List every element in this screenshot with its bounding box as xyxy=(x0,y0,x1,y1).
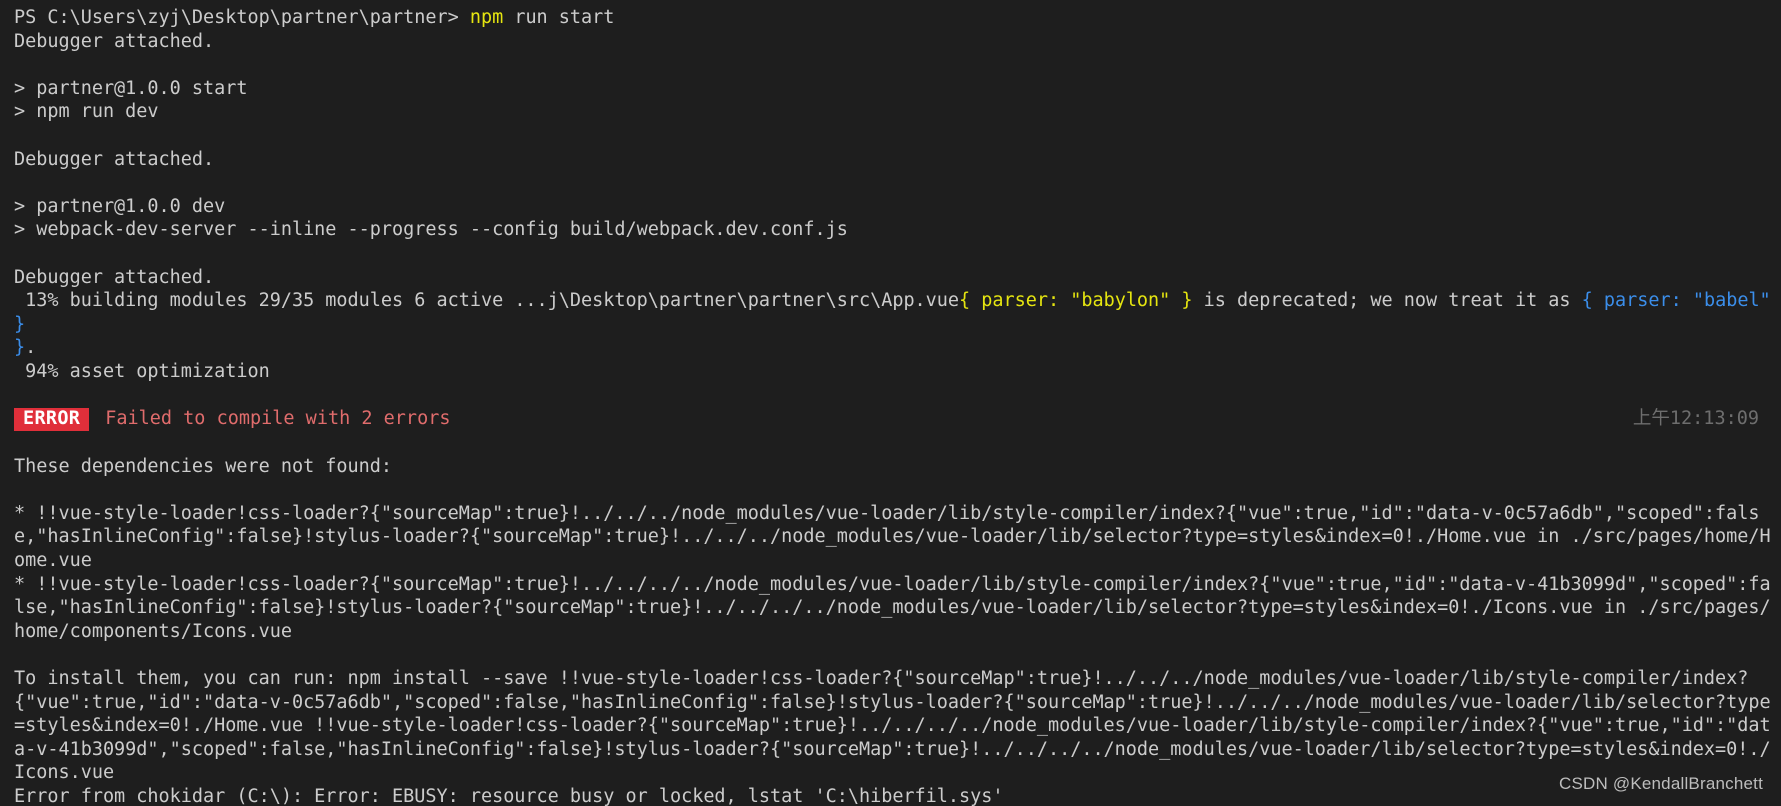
error-timestamp: 上午12:13:09 xyxy=(1632,408,1759,430)
output-script-dev: > partner@1.0.0 dev xyxy=(14,195,226,217)
csdn-watermark: CSDN @KendallBranchett xyxy=(1558,774,1763,794)
output-asset-optimization-progress: 94% asset optimization xyxy=(14,360,270,382)
output-deprecation-continuation: }. xyxy=(14,336,1771,360)
deprecation-message: is deprecated; we now treat it as xyxy=(1192,290,1582,312)
prompt-line: PS C:\Users\zyj\Desktop\partner\partner>… xyxy=(14,6,1771,30)
output-build-progress-deprecation: 13% building modules 29/35 modules 6 act… xyxy=(14,289,1771,336)
missing-dependency-home-vue: * !!vue-style-loader!css-loader?{"source… xyxy=(14,502,1771,572)
output-debugger-attached-1: Debugger attached. xyxy=(14,30,215,52)
deprecation-closing-brace: } xyxy=(14,337,26,359)
prompt-command: npm xyxy=(469,7,504,28)
error-summary-row: ERROR Failed to compile with 2 errors 上午… xyxy=(14,407,1771,432)
build-progress-text: 13% building modules 29/35 modules 6 act… xyxy=(14,290,960,312)
output-debugger-attached-3: Debugger attached. xyxy=(14,266,215,288)
output-script-start-command: > npm run dev xyxy=(14,101,159,123)
prompt-args: run start xyxy=(503,7,615,28)
output-script-start: > partner@1.0.0 start xyxy=(14,77,248,99)
output-debugger-attached-2: Debugger attached. xyxy=(14,148,215,170)
output-script-dev-command: > webpack-dev-server --inline --progress… xyxy=(14,219,848,241)
deprecated-parser-babylon: { parser: "babylon" } xyxy=(959,290,1193,312)
chokidar-error-line: Error from chokidar (C:\): Error: EBUSY:… xyxy=(14,786,1004,806)
output-dependencies-header: These dependencies were not found: xyxy=(14,455,393,477)
error-badge: ERROR xyxy=(14,408,90,432)
install-suggestion: To install them, you can run: npm instal… xyxy=(14,668,1771,784)
terminal-window[interactable]: PS C:\Users\zyj\Desktop\partner\partner>… xyxy=(0,0,1781,806)
deprecation-period: . xyxy=(25,337,37,359)
missing-dependency-icons-vue: * !!vue-style-loader!css-loader?{"source… xyxy=(14,573,1771,642)
error-summary-message: Failed to compile with 2 errors xyxy=(105,408,451,430)
prompt-path: PS C:\Users\zyj\Desktop\partner\partner> xyxy=(14,7,470,28)
